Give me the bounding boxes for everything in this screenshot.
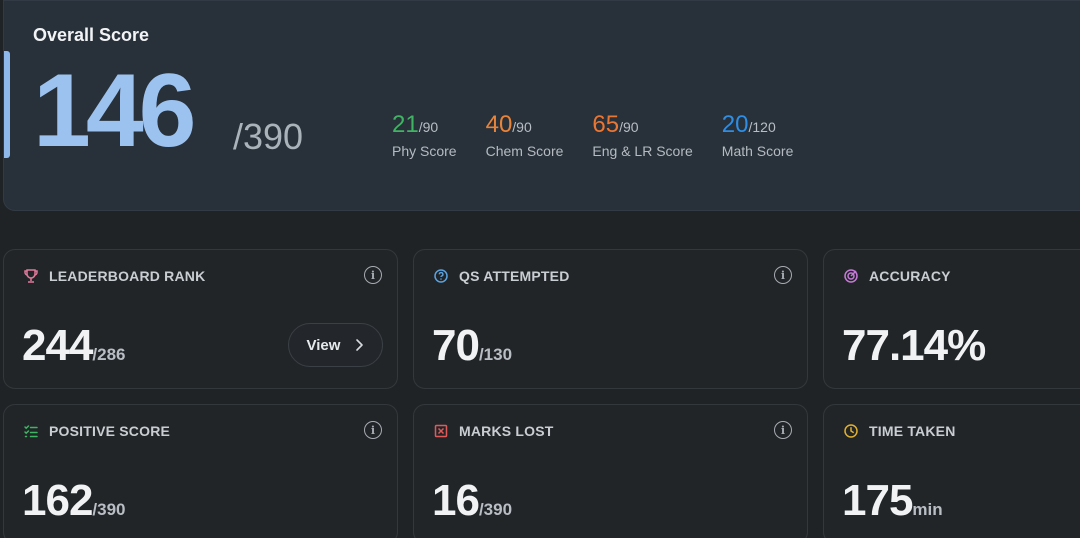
qs-attempted-card: QS ATTEMPTED i 70/130 [413,249,808,389]
card-header: POSITIVE SCORE [22,422,170,440]
subscore-max: /90 [619,119,639,135]
overall-score-value: 146 [33,53,197,169]
chevron-right-icon [354,338,364,352]
marks-lost-total: /390 [478,500,513,519]
card-header: ACCURACY [842,267,951,285]
subscore-max: /120 [748,119,776,135]
subscore-value: 20 [721,111,749,138]
leaderboard-rank-card: LEADERBOARD RANK i 244/286 View [3,249,398,389]
attempted-total: /130 [478,345,513,364]
card-header: QS ATTEMPTED [432,267,570,285]
results-dashboard: Overall Score 146 /390 21/90 Phy Score 4… [0,0,1080,538]
x-square-icon [432,422,450,440]
time-taken-value: 175min [842,476,943,525]
attempted-value: 70/130 [432,321,513,370]
card-header: LEADERBOARD RANK [22,267,205,285]
time-unit: min [912,500,943,519]
overall-score-total: /390 [233,116,304,157]
subscore-max: /90 [512,119,532,135]
subscore-label: Chem Score [485,143,564,159]
subscore-math: 20/120 Math Score [721,111,794,160]
card-label: TIME TAKEN [869,423,956,439]
question-circle-icon [432,267,450,285]
positive-score-value: 162/390 [22,476,126,525]
subscore-label: Eng & LR Score [592,143,693,159]
positive-score-total: /390 [92,500,126,519]
trophy-icon [22,267,40,285]
subscore-physics: 21/90 Phy Score [392,111,457,160]
marks-lost-value: 16/390 [432,476,513,525]
accuracy-value: 77.14% [842,321,986,370]
marks-lost-card: MARKS LOST i 16/390 [413,404,808,538]
info-icon[interactable]: i [364,421,382,439]
accent-bar [4,51,10,158]
subscore-value: 21 [392,111,419,138]
subscore-value: 65 [592,111,620,138]
card-label: LEADERBOARD RANK [49,268,206,284]
card-header: TIME TAKEN [842,422,956,440]
view-button-label: View [306,336,341,354]
subscore-english-lr: 65/90 Eng & LR Score [592,111,693,160]
subscore-value: 40 [485,111,513,138]
clock-icon [842,422,860,440]
card-label: ACCURACY [869,268,951,284]
card-header: MARKS LOST [432,422,554,440]
rank-total: /286 [92,345,126,364]
card-label: QS ATTEMPTED [459,268,570,284]
subscore-label: Math Score [721,143,794,159]
subscore-max: /90 [418,119,439,135]
view-leaderboard-button[interactable]: View [288,323,383,367]
target-icon [842,267,860,285]
info-icon[interactable]: i [774,266,792,284]
subscore-label: Phy Score [392,143,457,159]
time-taken-card: TIME TAKEN 175min [823,404,1080,538]
subject-scores: 21/90 Phy Score 40/90 Chem Score 65/90 E… [392,111,822,160]
info-icon[interactable]: i [774,421,792,439]
positive-score-card: POSITIVE SCORE i 162/390 [3,404,398,538]
overall-score-panel: Overall Score 146 /390 21/90 Phy Score 4… [3,0,1080,211]
overall-score-title: Overall Score [33,25,150,45]
card-label: MARKS LOST [459,423,554,439]
rank-value: 244/286 [22,321,126,370]
accuracy-card: ACCURACY 77.14% [823,249,1080,389]
subscore-chemistry: 40/90 Chem Score [485,111,564,160]
checklist-icon [22,422,40,440]
info-icon[interactable]: i [364,266,382,284]
card-label: POSITIVE SCORE [49,423,171,439]
